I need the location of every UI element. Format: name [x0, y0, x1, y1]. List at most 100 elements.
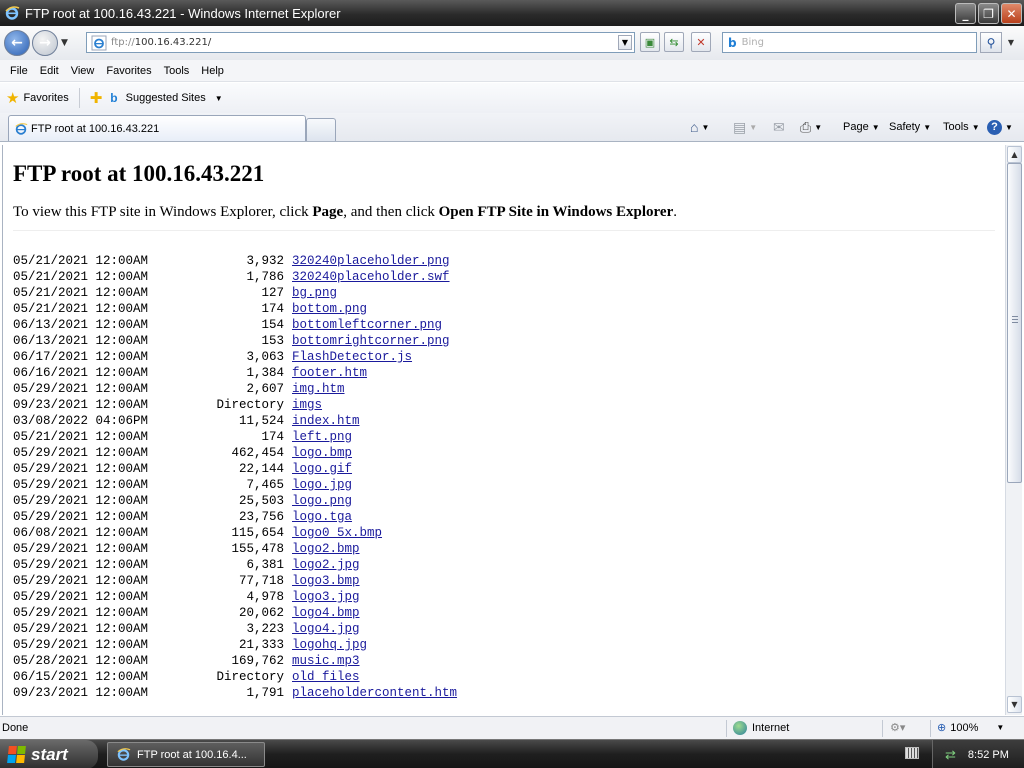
listing-row: 06/15/2021 12:00AM Directory old files — [13, 669, 994, 685]
clock[interactable]: 8:52 PM — [968, 749, 1009, 761]
file-link[interactable]: placeholdercontent.htm — [292, 685, 457, 701]
read-mail-button[interactable]: ✉ — [773, 118, 785, 136]
file-link[interactable]: old files — [292, 669, 360, 685]
chevron-down-icon: ▼ — [923, 122, 932, 132]
mail-icon: ✉ — [773, 118, 785, 135]
address-bar[interactable]: ftp://100.16.43.221/ ▼ — [86, 32, 635, 53]
favorites-bar: ★ Favorites ✚ b Suggested Sites ▼ — [0, 83, 1024, 113]
file-size: 174 — [261, 430, 284, 444]
menu-edit[interactable]: Edit — [34, 65, 65, 77]
file-link[interactable]: logo4.jpg — [292, 621, 360, 637]
safety-menu-button[interactable]: Safety ▼ — [889, 118, 931, 136]
file-link[interactable]: music.mp3 — [292, 653, 360, 669]
file-link[interactable]: logo.png — [292, 493, 352, 509]
file-link[interactable]: FlashDetector.js — [292, 349, 412, 365]
file-link[interactable]: bottomrightcorner.png — [292, 333, 450, 349]
new-tab-button[interactable] — [306, 118, 336, 141]
menu-view[interactable]: View — [65, 65, 101, 77]
file-link[interactable]: imgs — [292, 397, 322, 413]
file-link[interactable]: bg.png — [292, 285, 337, 301]
file-link[interactable]: logo.bmp — [292, 445, 352, 461]
tab-ftp-root[interactable]: FTP root at 100.16.43.221 — [8, 115, 306, 141]
search-placeholder: Bing — [741, 37, 764, 48]
menu-tools[interactable]: Tools — [158, 65, 196, 77]
file-date: 06/13/2021 12:00AM — [13, 318, 149, 332]
feeds-button[interactable]: ▤ ▼ — [733, 118, 757, 136]
file-size: 3,223 — [246, 622, 284, 636]
tools-menu-button[interactable]: Tools ▼ — [943, 118, 980, 136]
file-link[interactable]: 320240placeholder.png — [292, 253, 450, 269]
file-link[interactable]: logo0_5x.bmp — [292, 525, 382, 541]
suggested-sites-icon: b — [110, 91, 118, 105]
file-size: 22,144 — [238, 462, 284, 476]
file-link[interactable]: logo.gif — [292, 461, 352, 477]
listing-row: 06/16/2021 12:00AM 1,384 footer.htm — [13, 365, 994, 381]
menu-help[interactable]: Help — [195, 65, 230, 77]
file-link[interactable]: logo.jpg — [292, 477, 352, 493]
stop-button[interactable]: ✕ — [691, 32, 711, 52]
minimize-button[interactable]: _ — [955, 3, 976, 24]
keyboard-icon[interactable] — [905, 747, 919, 759]
file-date: 05/29/2021 12:00AM — [13, 558, 149, 572]
file-link[interactable]: bottom.png — [292, 301, 367, 317]
file-link[interactable]: logo4.bmp — [292, 605, 360, 621]
search-input[interactable]: b Bing — [722, 32, 977, 53]
suggested-sites-button[interactable]: b Suggested Sites ▼ — [110, 91, 222, 105]
file-link[interactable]: img.htm — [292, 381, 345, 397]
file-link[interactable]: left.png — [292, 429, 352, 445]
file-link[interactable]: bottomleftcorner.png — [292, 317, 442, 333]
listing-row: 05/29/2021 12:00AM 155,478 logo2.bmp — [13, 541, 994, 557]
help-button[interactable]: ? ▼ — [987, 118, 1013, 136]
title-bar[interactable]: FTP root at 100.16.43.221 - Windows Inte… — [0, 0, 1024, 26]
close-button[interactable]: ✕ — [1001, 3, 1022, 24]
page-icon — [15, 122, 28, 135]
file-date: 05/29/2021 12:00AM — [13, 590, 149, 604]
taskbar-ie-window[interactable]: FTP root at 100.16.4... — [107, 742, 265, 767]
recent-pages-dropdown-icon[interactable]: ▼ — [61, 38, 68, 48]
file-link[interactable]: 320240placeholder.swf — [292, 269, 450, 285]
file-size: 127 — [261, 286, 284, 300]
listing-row: 05/29/2021 12:00AM 77,718 logo3.bmp — [13, 573, 994, 589]
file-size: 77,718 — [238, 574, 284, 588]
maximize-button[interactable]: ❐ — [978, 3, 999, 24]
forward-button[interactable]: → — [32, 30, 58, 56]
address-dropdown-button[interactable]: ▼ — [618, 35, 632, 50]
zoom-control[interactable]: ⊕ 100% ▼ — [937, 721, 1004, 735]
scroll-up-button[interactable]: ▲ — [1007, 146, 1022, 163]
file-link[interactable]: logo2.bmp — [292, 541, 360, 557]
page-menu-button[interactable]: Page ▼ — [843, 118, 880, 136]
search-button[interactable]: ⚲ — [980, 32, 1002, 53]
file-link[interactable]: logo.tga — [292, 509, 352, 525]
network-icon[interactable]: ⇄ — [945, 747, 956, 763]
favorites-button[interactable]: ★ Favorites — [6, 91, 69, 106]
menu-file[interactable]: File — [4, 65, 34, 77]
search-options-dropdown[interactable]: ▼ — [1004, 32, 1018, 53]
file-link[interactable]: logo3.jpg — [292, 589, 360, 605]
file-link[interactable]: footer.htm — [292, 365, 367, 381]
file-link[interactable]: logo2.jpg — [292, 557, 360, 573]
home-button[interactable]: ⌂ ▼ — [690, 118, 709, 136]
print-button[interactable]: ⎙ ▼ — [800, 118, 822, 136]
add-to-favorites-bar-icon[interactable]: ✚ — [90, 89, 103, 107]
scroll-down-button[interactable]: ▼ — [1007, 696, 1022, 713]
security-zone[interactable]: Internet — [733, 721, 789, 735]
protected-mode-icon[interactable]: ⚙▾ — [890, 721, 905, 734]
chevron-down-icon: ▼ — [749, 122, 758, 132]
start-button[interactable]: start — [0, 740, 98, 768]
refresh-button[interactable]: ⇆ — [664, 32, 684, 52]
file-link[interactable]: index.htm — [292, 413, 360, 429]
vertical-scrollbar[interactable]: ▲ ▼ — [1005, 145, 1022, 715]
search-icon: ⚲ — [986, 35, 996, 50]
scrollbar-thumb[interactable] — [1007, 163, 1022, 483]
compatibility-view-button[interactable]: ▣ — [640, 32, 660, 52]
file-size: 153 — [261, 334, 284, 348]
back-button[interactable]: ← — [4, 30, 30, 56]
menu-favorites[interactable]: Favorites — [100, 65, 157, 77]
file-link[interactable]: logohq.jpg — [292, 637, 367, 653]
file-link[interactable]: logo3.bmp — [292, 573, 360, 589]
